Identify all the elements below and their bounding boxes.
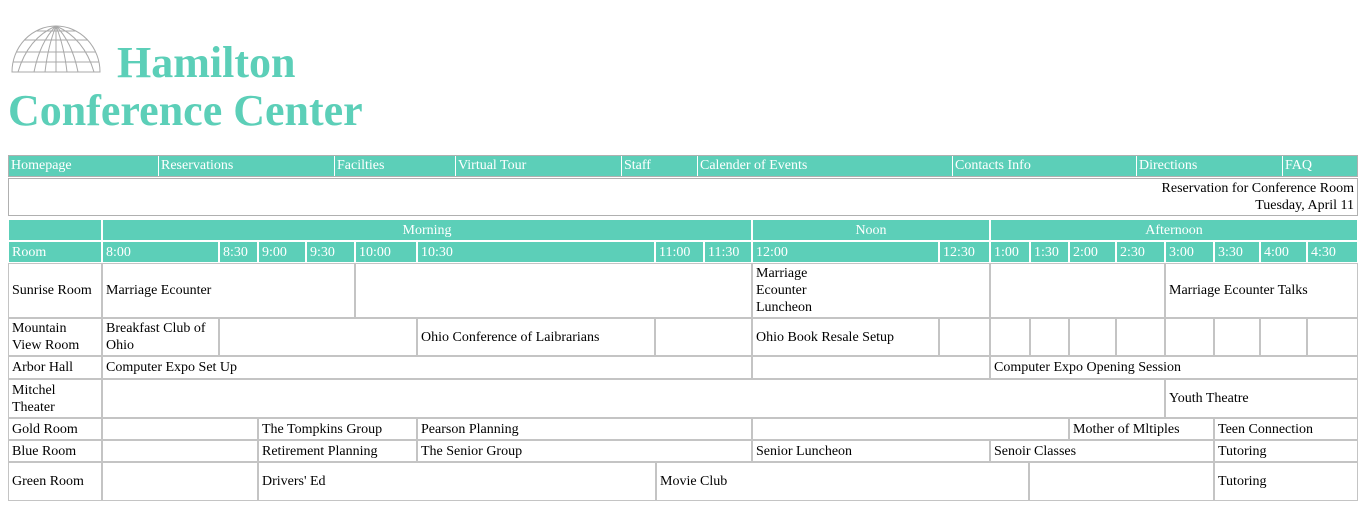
event-cell[interactable]: Movie Club	[656, 462, 1029, 501]
event-cell[interactable]: Retirement Planning	[258, 440, 417, 462]
empty-cell	[1069, 318, 1116, 356]
time-header: 10:30	[417, 241, 655, 263]
event-cell[interactable]: Senior Luncheon	[752, 440, 990, 462]
period-morning: Morning	[102, 219, 752, 241]
empty-cell	[102, 462, 258, 501]
time-header: 11:30	[704, 241, 752, 263]
time-header: 12:30	[939, 241, 990, 263]
empty-cell	[355, 263, 752, 318]
room-name: Mitchel Theater	[8, 379, 102, 418]
event-cell[interactable]: Breakfast Club of Ohio	[102, 318, 219, 356]
time-header: 4:30	[1307, 241, 1358, 263]
reservation-date: Tuesday, April 11	[1255, 198, 1354, 213]
event-cell[interactable]: Marriage Ecounter Talks	[1165, 263, 1358, 318]
empty-cell	[752, 418, 1069, 440]
time-header: 2:30	[1116, 241, 1165, 263]
time-header: 11:00	[655, 241, 704, 263]
time-header: 8:00	[102, 241, 219, 263]
event-cell[interactable]: Youth Theatre	[1165, 379, 1358, 418]
empty-cell	[1165, 318, 1214, 356]
reservation-info: Reservation for Conference Room Tuesday,…	[8, 178, 1358, 216]
site-header: Hamilton Conference Center	[0, 0, 1366, 150]
nav-staff[interactable]: Staff	[622, 156, 698, 176]
event-cell[interactable]: Teen Connection	[1214, 418, 1358, 440]
event-cell[interactable]: Drivers' Ed	[258, 462, 656, 501]
room-name: Gold Room	[8, 418, 102, 440]
room-name: Green Room	[8, 462, 102, 501]
room-name: Mountain View Room	[8, 318, 102, 356]
empty-cell	[990, 318, 1030, 356]
time-header: 2:00	[1069, 241, 1116, 263]
time-header: 3:00	[1165, 241, 1214, 263]
period-blank	[8, 219, 102, 241]
site-title-line2: Conference Center	[8, 86, 363, 135]
event-cell[interactable]: Ohio Book Resale Setup	[752, 318, 939, 356]
empty-cell	[102, 418, 258, 440]
empty-cell	[219, 318, 417, 356]
nav-facilities[interactable]: Facilties	[335, 156, 456, 176]
empty-cell	[102, 440, 258, 462]
event-cell[interactable]: Marriage Ecounter	[102, 263, 355, 318]
event-cell[interactable]: The Senior Group	[417, 440, 752, 462]
event-cell[interactable]: Computer Expo Opening Session	[990, 356, 1358, 379]
empty-cell	[1116, 318, 1165, 356]
empty-cell	[1214, 318, 1260, 356]
reservation-heading: Reservation for Conference Room	[1161, 181, 1354, 196]
nav-calendar[interactable]: Calender of Events	[698, 156, 953, 176]
empty-cell	[1260, 318, 1307, 356]
time-header: 8:30	[219, 241, 258, 263]
time-header: 9:00	[258, 241, 306, 263]
period-noon: Noon	[752, 219, 990, 241]
time-header: 3:30	[1214, 241, 1260, 263]
dome-logo-icon	[10, 22, 102, 79]
time-header: 1:30	[1030, 241, 1069, 263]
nav-homepage[interactable]: Homepage	[9, 156, 159, 176]
empty-cell	[1030, 318, 1069, 356]
event-cell[interactable]: Ohio Conference of Laibrarians	[417, 318, 655, 356]
event-cell[interactable]: Pearson Planning	[417, 418, 752, 440]
room-header: Room	[8, 241, 102, 263]
time-header: 9:30	[306, 241, 355, 263]
main-nav: Homepage Reservations Facilties Virtual …	[8, 155, 1358, 177]
empty-cell	[752, 356, 990, 379]
time-header: 10:00	[355, 241, 417, 263]
room-name: Blue Room	[8, 440, 102, 462]
time-header: 12:00	[752, 241, 939, 263]
period-afternoon: Afternoon	[990, 219, 1358, 241]
empty-cell	[990, 263, 1165, 318]
empty-cell	[1307, 318, 1358, 356]
site-title-line1: Hamilton	[117, 38, 296, 87]
nav-directions[interactable]: Directions	[1137, 156, 1283, 176]
empty-cell	[1029, 462, 1214, 501]
event-cell[interactable]: Computer Expo Set Up	[102, 356, 752, 379]
event-cell[interactable]: The Tompkins Group	[258, 418, 417, 440]
nav-contacts[interactable]: Contacts Info	[953, 156, 1137, 176]
event-cell[interactable]: Senoir Classes	[990, 440, 1214, 462]
room-name: Sunrise Room	[8, 263, 102, 318]
event-cell[interactable]: Tutoring	[1214, 462, 1358, 501]
room-name: Arbor Hall	[8, 356, 102, 379]
event-cell[interactable]: Marriage Ecounter Luncheon	[752, 263, 990, 318]
empty-cell	[939, 318, 990, 356]
time-header: 4:00	[1260, 241, 1307, 263]
nav-virtual-tour[interactable]: Virtual Tour	[456, 156, 622, 176]
empty-cell	[655, 318, 752, 356]
time-header: 1:00	[990, 241, 1030, 263]
empty-cell	[102, 379, 1165, 418]
event-cell[interactable]: Tutoring	[1214, 440, 1358, 462]
nav-reservations[interactable]: Reservations	[159, 156, 335, 176]
nav-faq[interactable]: FAQ	[1283, 156, 1357, 176]
event-cell[interactable]: Mother of Mltiples	[1069, 418, 1214, 440]
